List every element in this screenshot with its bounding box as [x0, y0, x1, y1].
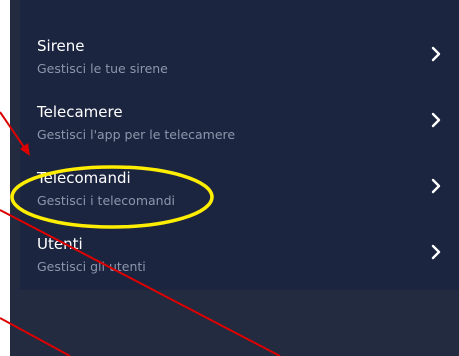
- chevron-right-icon: [431, 46, 441, 62]
- menu-item-sirene[interactable]: Sirene Gestisci le tue sirene: [20, 30, 459, 96]
- menu-item-title: Telecomandi: [37, 169, 131, 187]
- menu-item-subtitle: Gestisci l'app per le telecamere: [37, 127, 236, 142]
- chevron-right-icon: [431, 178, 441, 194]
- settings-menu: Sirene Gestisci le tue sirene Telecamere…: [20, 0, 459, 290]
- menu-item-title: Utenti: [37, 235, 83, 253]
- menu-item-title: Telecamere: [37, 103, 123, 121]
- menu-item-telecomandi[interactable]: Telecomandi Gestisci i telecomandi: [20, 162, 459, 228]
- menu-item-title: Sirene: [37, 37, 85, 55]
- menu-item-subtitle: Gestisci gli utenti: [37, 259, 146, 274]
- menu-item-subtitle: Gestisci i telecomandi: [37, 193, 175, 208]
- chevron-right-icon: [431, 244, 441, 260]
- menu-item-utenti[interactable]: Utenti Gestisci gli utenti: [20, 228, 459, 294]
- menu-item-subtitle: Gestisci le tue sirene: [37, 61, 168, 76]
- chevron-right-icon: [431, 112, 441, 128]
- menu-item-telecamere[interactable]: Telecamere Gestisci l'app per le telecam…: [20, 96, 459, 162]
- app-screen: Sirene Gestisci le tue sirene Telecamere…: [10, 0, 459, 356]
